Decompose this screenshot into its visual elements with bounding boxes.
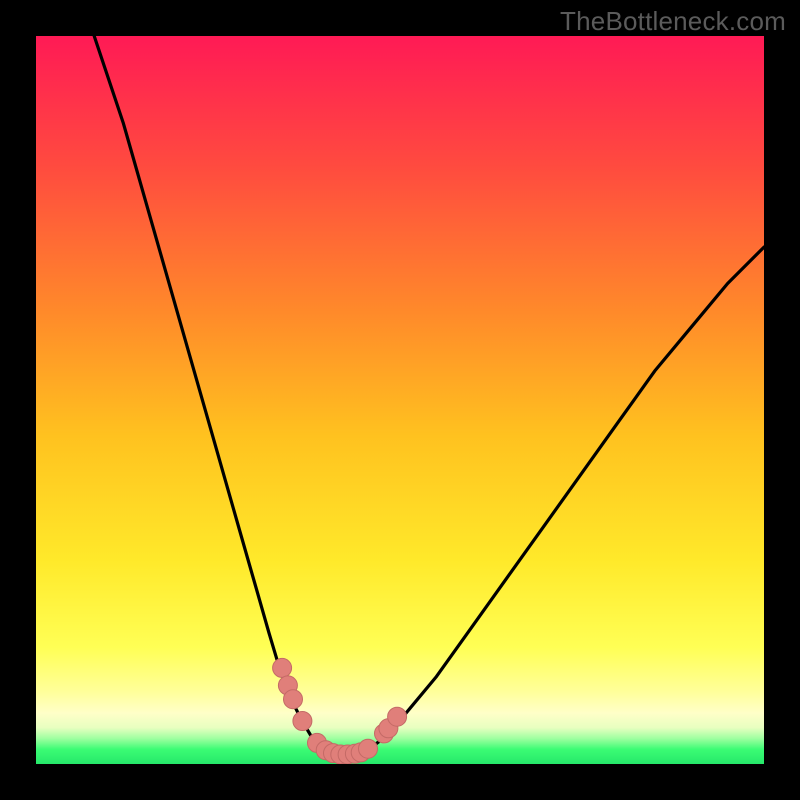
plot-area xyxy=(36,36,764,764)
data-marker xyxy=(359,739,378,758)
attribution-label: TheBottleneck.com xyxy=(560,6,786,37)
data-marker xyxy=(293,712,312,731)
data-marker xyxy=(388,707,407,726)
chart-frame: TheBottleneck.com xyxy=(0,0,800,800)
chart-svg xyxy=(36,36,764,764)
data-marker xyxy=(284,690,303,709)
data-marker xyxy=(273,658,292,677)
gradient-background xyxy=(36,36,764,764)
